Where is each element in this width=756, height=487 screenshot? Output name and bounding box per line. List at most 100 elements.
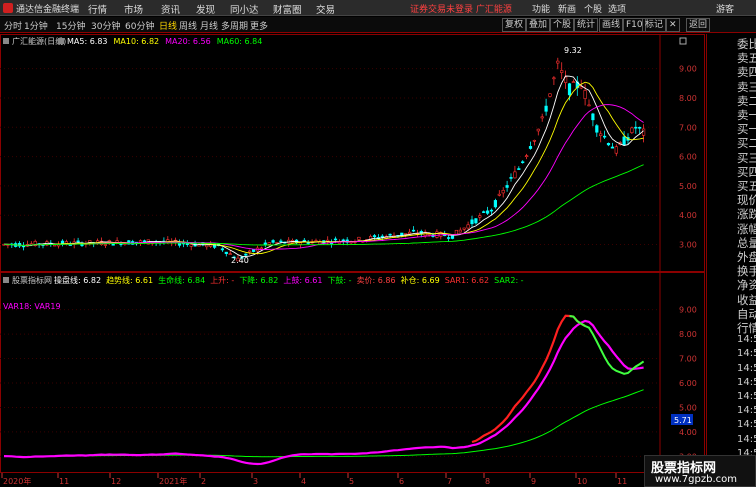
collapse-icon[interactable] bbox=[3, 38, 9, 44]
indicator-value: 卖价: 6.86 bbox=[357, 276, 396, 285]
candle-body bbox=[567, 83, 572, 96]
candle-body bbox=[228, 253, 232, 255]
indicator-value: SAR2: - bbox=[494, 276, 524, 285]
main-grid bbox=[0, 68, 660, 246]
menu-item-xuanxiang[interactable]: 选项 bbox=[608, 2, 626, 15]
period-1min[interactable]: 1分钟 bbox=[24, 19, 48, 32]
indicator-value: 趋势线: 6.61 bbox=[106, 275, 153, 285]
price-tick: 5.00 bbox=[679, 403, 697, 412]
period-weekly[interactable]: 周线 bbox=[179, 19, 197, 32]
price-tick: 5.00 bbox=[679, 182, 697, 191]
candle-body bbox=[614, 146, 618, 154]
period-monthly[interactable]: 月线 bbox=[200, 19, 218, 32]
time-label: 2021年 bbox=[159, 476, 187, 486]
period-fenshi[interactable]: 分时 bbox=[4, 19, 22, 32]
candle-body bbox=[76, 240, 80, 243]
stats-button[interactable]: 统计 bbox=[574, 18, 599, 32]
price-tick: 4.00 bbox=[679, 211, 697, 220]
candle-body bbox=[521, 161, 525, 164]
candle-body bbox=[528, 146, 533, 149]
close-icon[interactable]: ✕ bbox=[666, 18, 680, 32]
quote-sidebar[interactable]: 委比 卖五 卖四 卖三 卖二 卖一 买一 买二 买三 买四 买五 现价 涨跌 涨幅 总量 外盘 换手 净资 收益 自动… bbox=[706, 34, 756, 487]
menu-item-tongxiaoda[interactable]: 同小达 bbox=[230, 2, 259, 16]
watermark-url: www.7gpzb.com bbox=[655, 474, 737, 485]
sidebar-item: 14:56 bbox=[737, 348, 756, 360]
candle-body bbox=[493, 200, 498, 208]
menu-item-zixun[interactable]: 资讯 bbox=[161, 2, 180, 16]
price-tick: 8.00 bbox=[679, 330, 697, 339]
indicator-value: 上鼓: 6.61 bbox=[283, 275, 322, 285]
app-title: 通达信金融终端 bbox=[16, 5, 80, 15]
menu-item-hangqing[interactable]: 行情 bbox=[88, 2, 107, 16]
candle-body bbox=[252, 249, 256, 252]
login-notice[interactable]: 证券交易未登录 广汇能源 bbox=[410, 2, 512, 15]
candle-body bbox=[53, 244, 57, 247]
price-tick: 3.00 bbox=[679, 241, 697, 250]
sub-grid bbox=[0, 309, 660, 457]
menu-item-gongneng[interactable]: 功能 bbox=[532, 2, 550, 15]
candle-body bbox=[248, 250, 252, 253]
time-label: 11 bbox=[59, 477, 69, 486]
candle-body bbox=[435, 231, 439, 238]
menu-item-gegu[interactable]: 个股 bbox=[584, 2, 602, 15]
candle-body bbox=[407, 231, 412, 235]
candle-body bbox=[513, 171, 517, 179]
time-label: 9 bbox=[531, 477, 536, 486]
ma-label: MA60: 6.84 bbox=[217, 37, 263, 46]
draw-line-button[interactable]: 画线 bbox=[599, 18, 624, 32]
time-label: 8 bbox=[485, 477, 490, 486]
guest-label[interactable]: 游客 bbox=[716, 2, 734, 15]
ma-toggle-icon[interactable] bbox=[58, 38, 64, 44]
candle-body bbox=[263, 242, 267, 245]
candle-body bbox=[634, 126, 638, 129]
indicator-legend: 操盘线: 6.82 趋势线: 6.61 生命线: 6.84 上升: - 下降: 6.82… bbox=[54, 275, 524, 285]
menu-bar: 通达信金融终端 行情 市场 资讯 发现 同小达 财富圈 交易 证券交易未登录 广… bbox=[0, 0, 756, 16]
maximize-icon[interactable] bbox=[679, 37, 687, 45]
candle-body bbox=[446, 237, 451, 239]
sub-collapse-icon[interactable] bbox=[3, 277, 9, 283]
candle-body bbox=[138, 240, 143, 243]
stock-button[interactable]: 个股 bbox=[550, 18, 575, 32]
period-daily[interactable]: 日线 bbox=[159, 19, 177, 32]
candle-body bbox=[587, 104, 591, 107]
ma-label: MA5: 6.83 bbox=[67, 37, 108, 46]
menu-item-jiaoyi[interactable]: 交易 bbox=[316, 2, 335, 16]
indicator-value: 操盘线: 6.82 bbox=[54, 275, 101, 285]
overlay-button[interactable]: 叠加 bbox=[526, 18, 551, 32]
price-tick: 9.00 bbox=[679, 65, 697, 74]
period-30min[interactable]: 30分钟 bbox=[91, 19, 120, 32]
price-tick: 7.00 bbox=[679, 123, 697, 132]
time-label: 12 bbox=[111, 477, 121, 486]
fuquan-button[interactable]: 复权 bbox=[502, 18, 527, 32]
period-15min[interactable]: 15分钟 bbox=[56, 19, 85, 32]
candle-body bbox=[606, 143, 611, 146]
candle-body bbox=[560, 70, 564, 73]
menu-item-xinhua[interactable]: 新画 bbox=[558, 2, 576, 15]
app-logo-icon bbox=[3, 3, 13, 13]
mark-button[interactable]: 标记 bbox=[642, 18, 667, 32]
price-tick: 6.00 bbox=[679, 153, 697, 162]
sidebar-item: 14:56 bbox=[737, 433, 756, 445]
menu-item-caifuquan[interactable]: 财富圈 bbox=[273, 2, 302, 16]
menu-item-shichang[interactable]: 市场 bbox=[124, 2, 143, 16]
menu-item-faxian[interactable]: 发现 bbox=[196, 2, 215, 16]
time-label: 10 bbox=[577, 477, 587, 486]
kline-svg[interactable]: 广汇能源(日线) MA5: 6.83 MA10: 6.82 MA20: 6.56 MA… bbox=[0, 34, 705, 487]
candle-body bbox=[404, 233, 408, 235]
indicator-value: SAR1: 6.62 bbox=[445, 276, 489, 285]
candle-body bbox=[482, 211, 486, 213]
indicator-value: 生命线: 6.84 bbox=[158, 275, 205, 285]
candle-body bbox=[478, 215, 482, 218]
period-more[interactable]: 更多 bbox=[250, 19, 268, 32]
back-button[interactable]: 返回 bbox=[686, 18, 711, 32]
period-multi[interactable]: 多周期 bbox=[221, 19, 248, 32]
time-label: 2020年 bbox=[3, 476, 31, 486]
price-tag: 5.71 bbox=[674, 416, 692, 425]
watermark: 股票指标网 www.7gpzb.com bbox=[644, 455, 756, 487]
candle-body bbox=[279, 240, 283, 243]
candle-body bbox=[638, 127, 642, 129]
period-60min[interactable]: 60分钟 bbox=[125, 19, 154, 32]
chart-area[interactable]: 广汇能源(日线) MA5: 6.83 MA10: 6.82 MA20: 6.56 MA… bbox=[0, 34, 705, 487]
sub-panel-frame bbox=[0, 272, 705, 473]
candle-body bbox=[372, 235, 377, 238]
